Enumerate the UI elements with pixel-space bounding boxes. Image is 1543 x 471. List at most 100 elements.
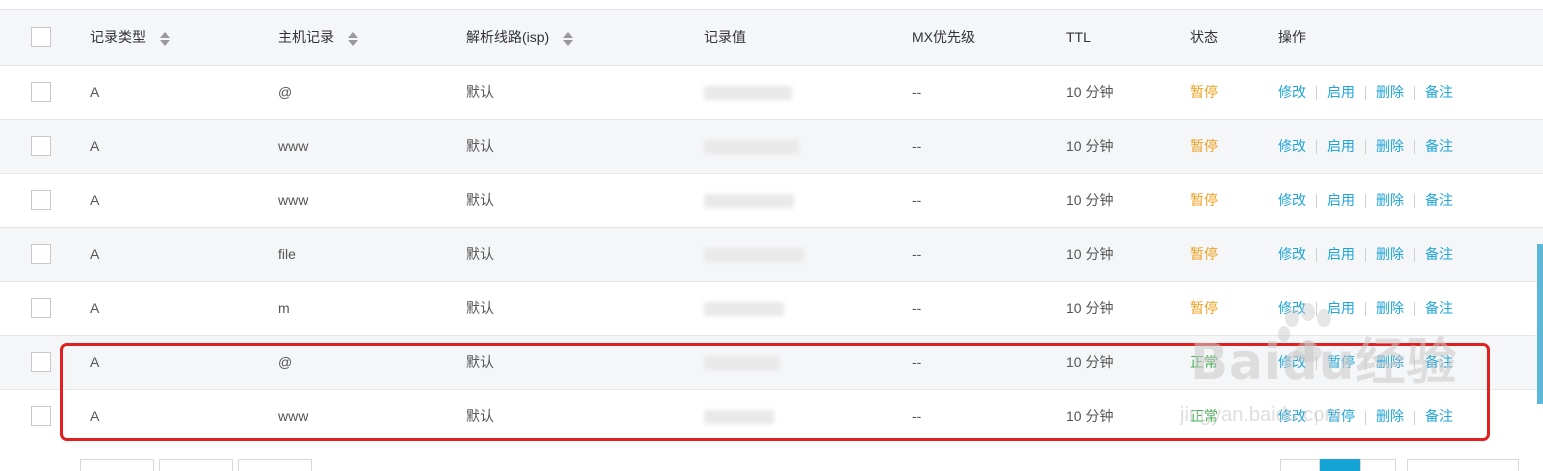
note-link[interactable]: 备注 — [1425, 138, 1453, 154]
record-value-redacted — [704, 389, 912, 443]
separator — [1365, 302, 1366, 317]
separator — [1316, 140, 1317, 155]
resolve-line: 默认 — [466, 354, 494, 370]
edit-link[interactable]: 修改 — [1278, 192, 1306, 208]
separator — [1365, 86, 1366, 101]
delete-link[interactable]: 删除 — [1376, 192, 1404, 208]
edit-link[interactable]: 修改 — [1278, 84, 1306, 100]
delete-link[interactable]: 删除 — [1376, 246, 1404, 262]
edit-link[interactable]: 修改 — [1278, 246, 1306, 262]
toggle-link[interactable]: 启用 — [1327, 192, 1355, 208]
record-value-redacted — [704, 227, 912, 281]
host-record: www — [278, 408, 309, 425]
batch-button[interactable] — [80, 459, 154, 471]
separator — [1414, 140, 1415, 155]
row-checkbox[interactable] — [31, 406, 51, 427]
page-size-select[interactable] — [1407, 459, 1519, 471]
header-record-type-label: 记录类型 — [90, 29, 146, 46]
host-record: www — [278, 192, 309, 208]
row-checkbox[interactable] — [31, 82, 51, 102]
pagination-prev[interactable] — [1280, 459, 1320, 471]
ttl: 10 分钟 — [1066, 192, 1114, 208]
record-type: A — [90, 408, 100, 425]
note-link[interactable]: 备注 — [1425, 84, 1453, 100]
mx-priority: -- — [912, 192, 922, 208]
ttl: 10 分钟 — [1066, 84, 1114, 100]
header-host-record[interactable]: 主机记录 — [278, 10, 466, 65]
host-record: @ — [278, 354, 293, 370]
watermark: Baidu经验 — [1190, 333, 1458, 391]
resolve-line: 默认 — [466, 408, 494, 425]
host-record: file — [278, 246, 296, 262]
separator — [1365, 248, 1366, 263]
header-record-value: 记录值 — [704, 29, 746, 46]
sort-icon[interactable] — [347, 31, 358, 47]
row-checkbox[interactable] — [31, 298, 51, 318]
separator — [1414, 248, 1415, 263]
toggle-link[interactable]: 启用 — [1327, 84, 1355, 100]
row-checkbox[interactable] — [31, 352, 51, 372]
record-operations: 修改 启用 删除 备注 — [1278, 227, 1543, 281]
record-value-redacted — [704, 173, 912, 227]
record-status: 暂停 — [1190, 246, 1218, 262]
separator — [1414, 86, 1415, 101]
toggle-link[interactable]: 启用 — [1327, 138, 1355, 154]
delete-link[interactable]: 删除 — [1376, 138, 1404, 154]
row-checkbox[interactable] — [31, 136, 51, 156]
redacted-value — [704, 194, 794, 209]
header-select-all — [0, 10, 90, 65]
ttl: 10 分钟 — [1066, 246, 1114, 262]
separator — [1316, 194, 1317, 209]
ttl: 10 分钟 — [1066, 300, 1114, 316]
header-line[interactable]: 解析线路(isp) — [466, 10, 704, 65]
mx-priority: -- — [912, 246, 922, 262]
separator — [1414, 194, 1415, 209]
header-record-type[interactable]: 记录类型 — [90, 10, 278, 65]
side-tab[interactable] — [1537, 244, 1543, 404]
separator — [1316, 86, 1317, 101]
mx-priority: -- — [912, 84, 922, 100]
note-link[interactable]: 备注 — [1425, 192, 1453, 208]
redacted-value — [704, 248, 804, 263]
sort-icon[interactable] — [159, 31, 170, 47]
row-select-cell — [0, 227, 90, 281]
delete-link[interactable]: 删除 — [1376, 300, 1404, 316]
host-record: www — [278, 138, 309, 154]
header-mx: MX优先级 — [912, 29, 975, 46]
delete-link[interactable]: 删除 — [1376, 408, 1404, 424]
mx-priority: -- — [912, 300, 922, 316]
batch-button[interactable] — [238, 459, 312, 471]
resolve-line: 默认 — [466, 84, 494, 100]
record-operations: 修改 启用 删除 备注 — [1278, 65, 1543, 119]
batch-button[interactable] — [159, 459, 233, 471]
pagination-next[interactable] — [1360, 459, 1396, 471]
row-checkbox[interactable] — [31, 244, 51, 264]
resolve-line: 默认 — [466, 138, 494, 154]
redacted-value — [704, 356, 780, 371]
record-operations: 修改 启用 删除 备注 — [1278, 119, 1543, 173]
resolve-line: 默认 — [466, 300, 494, 316]
host-record: m — [278, 300, 290, 316]
table-row: Awww 默认 -- 10 分钟 暂停 修改 启用 删除 备注 — [0, 173, 1543, 227]
note-link[interactable]: 备注 — [1425, 408, 1453, 424]
row-select-cell — [0, 335, 90, 389]
top-border — [0, 0, 1543, 10]
mx-priority: -- — [912, 138, 922, 154]
dns-records-panel: 记录类型 主机记录 解析线路(isp) 记录值 MX优先级 TTL 状态 操作 … — [0, 0, 1543, 471]
note-link[interactable]: 备注 — [1425, 246, 1453, 262]
delete-link[interactable]: 删除 — [1376, 84, 1404, 100]
redacted-value — [704, 140, 799, 155]
record-type: A — [90, 300, 100, 316]
sort-icon[interactable] — [563, 31, 574, 47]
ttl: 10 分钟 — [1066, 408, 1114, 425]
edit-link[interactable]: 修改 — [1278, 138, 1306, 154]
pagination-current[interactable] — [1320, 459, 1360, 471]
toggle-link[interactable]: 启用 — [1327, 246, 1355, 262]
select-all-checkbox[interactable] — [31, 27, 51, 48]
row-checkbox[interactable] — [31, 190, 51, 210]
host-record: @ — [278, 84, 293, 100]
record-status: 暂停 — [1190, 138, 1218, 154]
note-link[interactable]: 备注 — [1425, 300, 1453, 316]
redacted-value — [704, 410, 774, 425]
mx-priority: -- — [912, 354, 922, 370]
